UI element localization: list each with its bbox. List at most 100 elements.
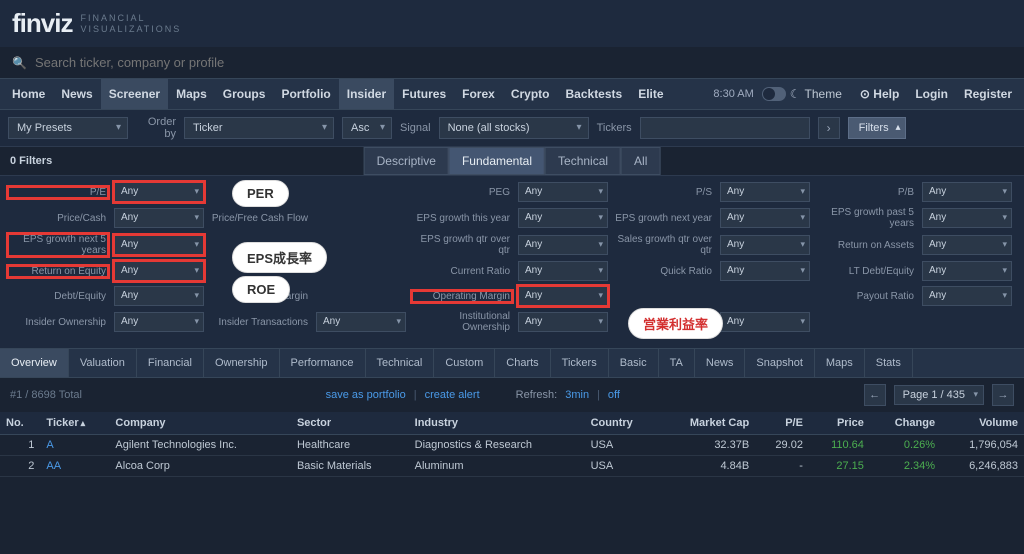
page-select[interactable]: Page 1 / 435 [894,385,984,405]
sel-payout[interactable]: Any [922,286,1012,306]
sel-ps[interactable]: Any [720,182,810,202]
nav-login[interactable]: Login [907,79,956,109]
sel-current[interactable]: Any [518,261,608,281]
sel-quick[interactable]: Any [720,261,810,281]
th-ticker[interactable]: Ticker▴ [40,412,109,435]
vtab-performance[interactable]: Performance [280,349,366,377]
logo[interactable]: finviz [12,8,72,39]
tickers-go-button[interactable]: › [818,117,840,139]
nav-home[interactable]: Home [4,79,53,109]
lbl-quick: Quick Ratio [614,266,714,277]
search-input[interactable] [35,55,335,70]
th-company[interactable]: Company [109,412,291,435]
vtab-basic[interactable]: Basic [609,349,659,377]
nav-insider[interactable]: Insider [339,79,394,109]
lbl-sales-qtr: Sales growth qtr over qtr [614,234,714,256]
vtab-charts[interactable]: Charts [495,349,550,377]
vtab-news[interactable]: News [695,349,746,377]
lbl-pfcf: Price/Free Cash Flow [210,213,310,224]
direction-select[interactable]: Asc [342,117,392,139]
lbl-eps-year: EPS growth this year [412,213,512,224]
tickers-input[interactable] [640,117,810,139]
table-row[interactable]: 2AAAlcoa CorpBasic MaterialsAluminumUSA4… [0,456,1024,477]
vtab-ta[interactable]: TA [659,349,695,377]
nav-maps[interactable]: Maps [168,79,215,109]
sel-sales-qtr[interactable]: Any [720,235,810,255]
vtab-custom[interactable]: Custom [434,349,495,377]
nav-elite[interactable]: Elite [630,79,671,109]
sel-roe[interactable]: Any [114,261,204,281]
view-tabs: Overview Valuation Financial Ownership P… [0,348,1024,378]
th-pe[interactable]: P/E [755,412,809,435]
nav-portfolio[interactable]: Portfolio [273,79,338,109]
th-change[interactable]: Change [870,412,941,435]
lbl-debteq: Debt/Equity [8,291,108,302]
table-row[interactable]: 1AAgilent Technologies Inc.HealthcareDia… [0,435,1024,456]
page-next-button[interactable]: → [992,384,1014,406]
sel-opmargin[interactable]: Any [518,286,608,306]
sel-eps-qtr[interactable]: Any [518,235,608,255]
lbl-eps-next: EPS growth next year [614,213,714,224]
nav-backtests[interactable]: Backtests [558,79,631,109]
th-volume[interactable]: Volume [941,412,1024,435]
nav-help[interactable]: ⊙ Help [852,79,907,109]
tab-descriptive[interactable]: Descriptive [364,147,449,175]
vtab-financial[interactable]: Financial [137,349,204,377]
sel-pe[interactable]: Any [114,182,204,202]
th-industry[interactable]: Industry [409,412,585,435]
nav-crypto[interactable]: Crypto [503,79,558,109]
lbl-pb: P/B [816,187,916,198]
sel-instrans[interactable]: Any [316,312,406,332]
sel-eps-next[interactable]: Any [720,208,810,228]
nav-futures[interactable]: Futures [394,79,454,109]
sel-roa[interactable]: Any [922,235,1012,255]
sel-eps-year[interactable]: Any [518,208,608,228]
refresh-off[interactable]: off [608,389,620,401]
sel-eps-next5[interactable]: Any [114,235,204,255]
sel-debteq[interactable]: Any [114,286,204,306]
vtab-valuation[interactable]: Valuation [69,349,137,377]
nav-screener[interactable]: Screener [101,79,168,109]
filters-toggle-button[interactable]: Filters [848,117,906,139]
nav-news[interactable]: News [53,79,100,109]
th-sector[interactable]: Sector [291,412,409,435]
nav-register[interactable]: Register [956,79,1020,109]
tab-fundamental[interactable]: Fundamental [449,147,545,175]
th-no[interactable]: No. [0,412,40,435]
theme-toggle[interactable]: ☾ Theme [762,87,842,101]
orderby-select[interactable]: Ticker [184,117,334,139]
page-prev-button[interactable]: ← [864,384,886,406]
annotation-opmargin: 営業利益率 [628,308,723,339]
lbl-pe: P/E [8,187,108,198]
vtab-overview[interactable]: Overview [0,349,69,377]
tab-all[interactable]: All [621,147,660,175]
vtab-ownership[interactable]: Ownership [204,349,280,377]
tab-technical[interactable]: Technical [545,147,621,175]
sel-pb[interactable]: Any [922,182,1012,202]
lbl-insown: Insider Ownership [8,317,108,328]
sel-instown[interactable]: Any [518,312,608,332]
th-price[interactable]: Price [809,412,870,435]
nav-forex[interactable]: Forex [454,79,503,109]
vtab-tickers[interactable]: Tickers [551,349,609,377]
th-mcap[interactable]: Market Cap [658,412,755,435]
vtab-maps[interactable]: Maps [815,349,865,377]
sel-eps-past5[interactable]: Any [922,208,1012,228]
refresh-value[interactable]: 3min [565,389,589,401]
sel-peg[interactable]: Any [518,182,608,202]
save-portfolio-link[interactable]: save as portfolio [326,389,406,401]
nav-groups[interactable]: Groups [215,79,274,109]
sel-insttrans[interactable]: Any [720,312,810,332]
vtab-snapshot[interactable]: Snapshot [745,349,814,377]
vtab-technical[interactable]: Technical [366,349,435,377]
sel-pricecash[interactable]: Any [114,208,204,228]
vtab-stats[interactable]: Stats [865,349,913,377]
th-country[interactable]: Country [585,412,659,435]
signal-select[interactable]: None (all stocks) [439,117,589,139]
sel-ltdebt[interactable]: Any [922,261,1012,281]
sel-insown[interactable]: Any [114,312,204,332]
clock: 8:30 AM [713,88,753,100]
create-alert-link[interactable]: create alert [425,389,480,401]
sort-asc-icon: ▴ [81,418,86,428]
presets-select[interactable]: My Presets [8,117,128,139]
